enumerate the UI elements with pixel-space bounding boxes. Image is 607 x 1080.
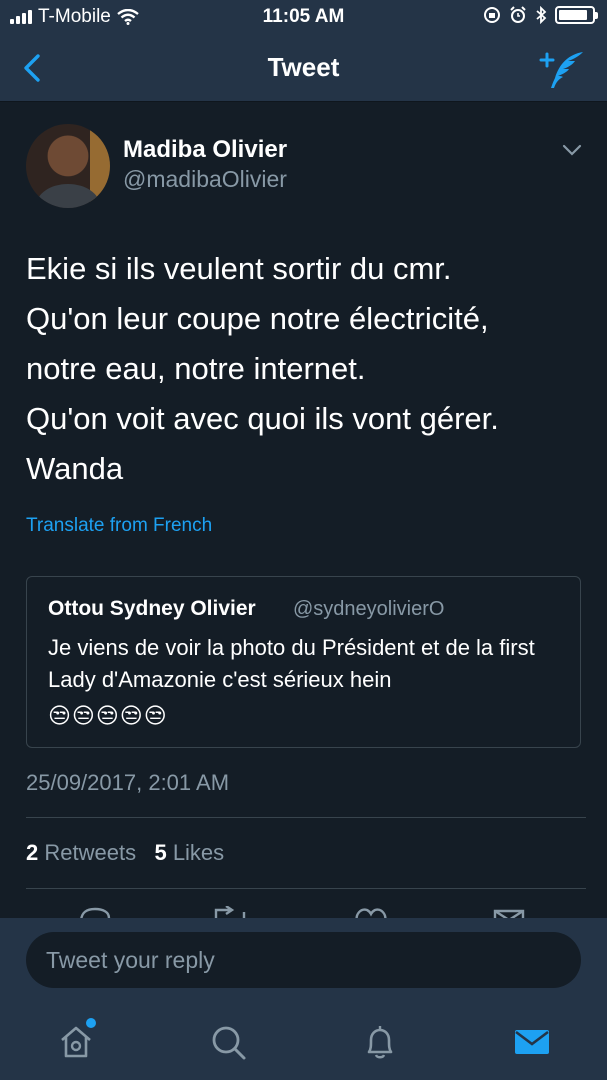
translate-link[interactable]: Translate from French	[26, 515, 212, 537]
tweet-line: Ekie si ils veulent sortir du cmr.	[26, 251, 452, 286]
tweet-line: Qu'on voit avec quoi ils vont gérer.	[26, 401, 499, 436]
divider	[26, 817, 586, 818]
divider	[26, 888, 586, 889]
author-handle[interactable]: @madibaOlivier	[123, 166, 287, 193]
retweets-label: Retweets	[44, 840, 137, 865]
likes-count: 5	[154, 840, 167, 865]
quoted-tweet-text: Je viens de voir la photo du Président e…	[48, 635, 535, 692]
notifications-icon	[367, 1026, 393, 1059]
page-title: Tweet	[267, 52, 340, 82]
tweet-line: Wanda	[26, 451, 124, 486]
reply-input[interactable]	[26, 932, 581, 988]
tweet-stats: 2 Retweets 5 Likes	[26, 840, 224, 866]
retweets-count: 2	[26, 840, 39, 865]
search-icon	[212, 1026, 246, 1060]
retweets-stat[interactable]: 2 Retweets	[26, 840, 136, 865]
quoted-tweet-card[interactable]: Ottou Sydney Olivier @sydneyolivierO Je …	[26, 576, 581, 748]
compose-tweet-icon[interactable]	[539, 46, 587, 90]
tab-messages[interactable]	[512, 1022, 552, 1062]
chevron-down-icon[interactable]	[560, 138, 584, 162]
reply-bar	[0, 918, 607, 1006]
nav-bar: Tweet	[0, 34, 607, 102]
status-icons	[483, 6, 598, 24]
status-bar: T-Mobile 11:05 AM	[0, 0, 607, 34]
tweet-text: Ekie si ils veulent sortir du cmr. Qu'on…	[26, 244, 586, 494]
tweet-timestamp: 25/09/2017, 2:01 AM	[26, 770, 230, 795]
battery-icon	[555, 6, 598, 24]
bluetooth-icon	[536, 6, 547, 24]
avatar[interactable]	[26, 124, 110, 208]
tweet-header: Madiba Olivier @madibaOlivier	[26, 124, 586, 214]
rotation-lock-icon	[484, 7, 500, 23]
quoted-author-handle: @sydneyolivierO	[293, 598, 445, 620]
home-notification-dot	[86, 1018, 96, 1028]
tab-notifications[interactable]	[360, 1022, 400, 1062]
likes-stat[interactable]: 5 Likes	[154, 840, 224, 865]
quoted-author-name: Ottou Sydney Olivier	[48, 597, 256, 620]
tweet-line: notre eau, notre internet.	[26, 351, 366, 386]
tweet-actions-row	[0, 900, 607, 920]
likes-label: Likes	[172, 840, 225, 865]
home-icon	[61, 1026, 91, 1058]
quoted-tweet-emojis: 😒😒😒😒😒	[48, 703, 168, 728]
messages-icon	[515, 1030, 549, 1054]
tab-search[interactable]	[208, 1022, 248, 1062]
tab-bar	[0, 1006, 607, 1080]
author-name[interactable]: Madiba Olivier	[123, 136, 287, 164]
alarm-icon	[510, 6, 526, 23]
tweet-line: Qu'on leur coupe notre électricité,	[26, 301, 489, 336]
tab-home[interactable]	[56, 1018, 96, 1062]
